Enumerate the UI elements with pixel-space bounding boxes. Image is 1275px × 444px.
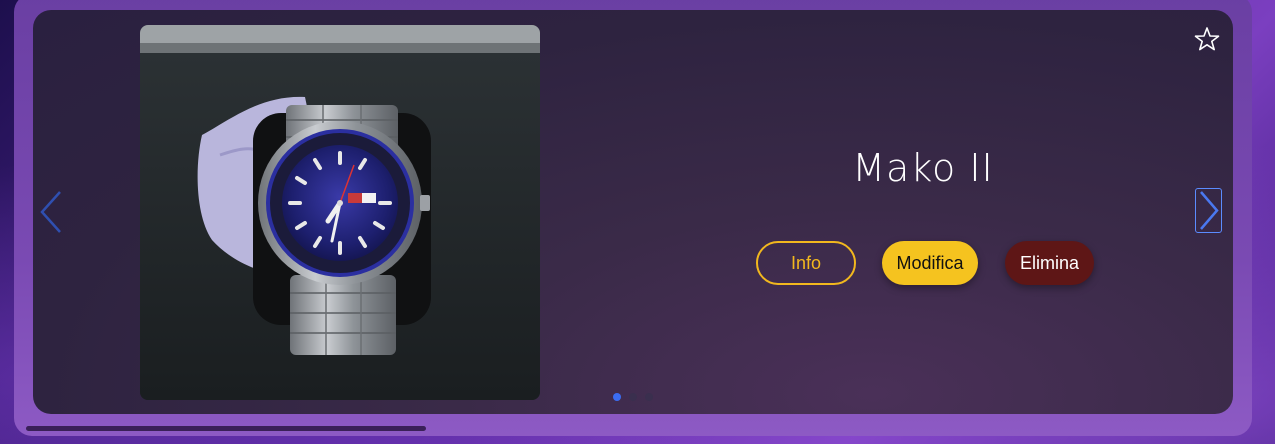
chevron-right-icon bbox=[1200, 191, 1219, 230]
edit-button[interactable]: Modifica bbox=[882, 241, 978, 285]
watch-photo bbox=[140, 25, 540, 400]
delete-button[interactable]: Elimina bbox=[1005, 241, 1094, 285]
scrollbar-thumb[interactable] bbox=[26, 426, 426, 431]
carousel-indicators bbox=[613, 393, 653, 401]
info-button[interactable]: Info bbox=[756, 241, 856, 285]
item-card: Mako II Info Modifica Elimina bbox=[33, 10, 1233, 414]
previous-slide-button[interactable] bbox=[38, 190, 66, 234]
favorite-button[interactable] bbox=[1194, 26, 1220, 52]
item-title: Mako II bbox=[852, 146, 994, 190]
chevron-left-icon bbox=[40, 191, 61, 233]
carousel-dot[interactable] bbox=[613, 393, 621, 401]
star-outline-icon bbox=[1194, 27, 1220, 51]
next-slide-button[interactable] bbox=[1195, 188, 1222, 233]
carousel-dot[interactable] bbox=[629, 393, 637, 401]
carousel-dot[interactable] bbox=[645, 393, 653, 401]
